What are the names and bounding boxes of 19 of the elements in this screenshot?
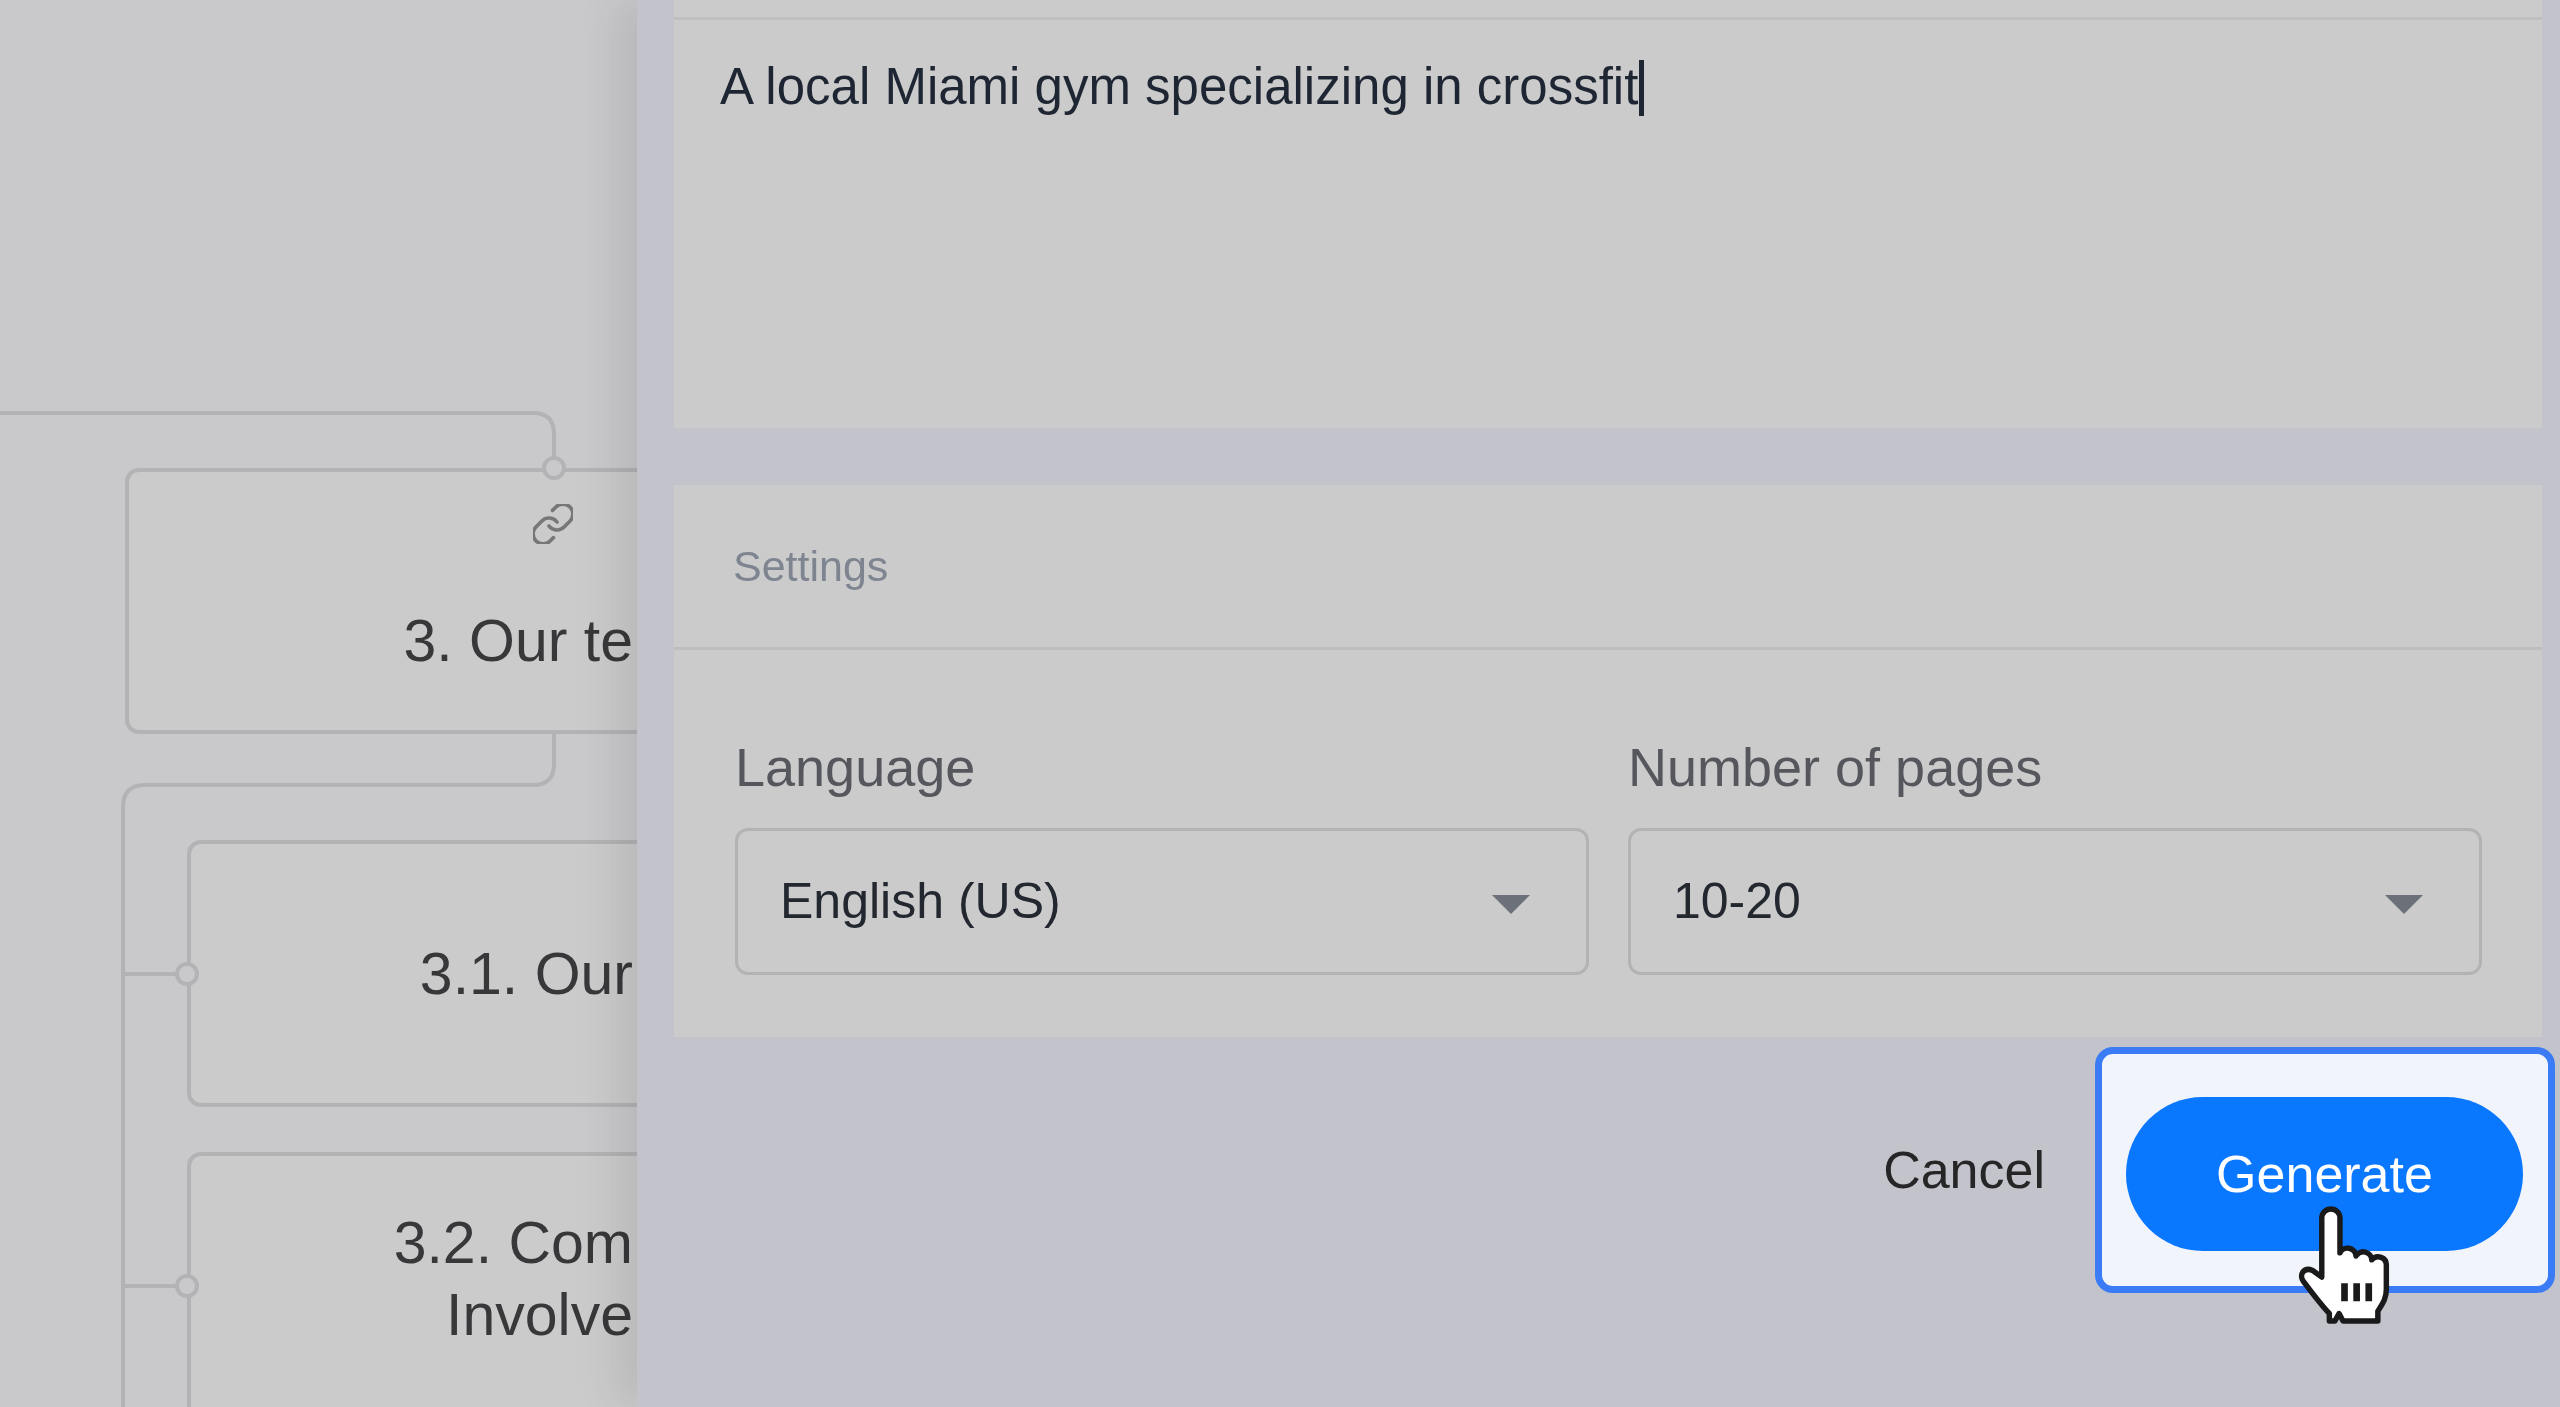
- connector-dot-icon: [175, 962, 199, 986]
- node-title: 3. Our te: [403, 607, 634, 676]
- node-title: 3.2. Com Involve: [393, 1209, 634, 1350]
- connector-dot-icon: [542, 456, 566, 480]
- connector-dot-icon: [175, 1274, 199, 1298]
- cancel-button[interactable]: Cancel: [1873, 1123, 2055, 1217]
- outline-node[interactable]: 3. Our te: [125, 468, 637, 734]
- generate-button[interactable]: Generate: [2126, 1097, 2523, 1251]
- node-title: 3.1. Our: [419, 939, 634, 1009]
- select-field[interactable]: 10-20: [1628, 828, 2482, 975]
- field-label: Number of pages: [1628, 736, 2044, 798]
- caret-icon: [2385, 895, 2423, 914]
- settings-heading: Settings: [733, 540, 889, 592]
- select-field[interactable]: English (US): [735, 828, 1589, 975]
- outline-node[interactable]: 3.1. Our: [187, 840, 637, 1107]
- field-label: Language: [735, 736, 977, 798]
- caret-icon: [1492, 895, 1530, 914]
- outline-node[interactable]: 3.2. Com Involve: [187, 1152, 637, 1407]
- description-field[interactable]: A local Miami gym specializing in crossfit: [674, 20, 2542, 428]
